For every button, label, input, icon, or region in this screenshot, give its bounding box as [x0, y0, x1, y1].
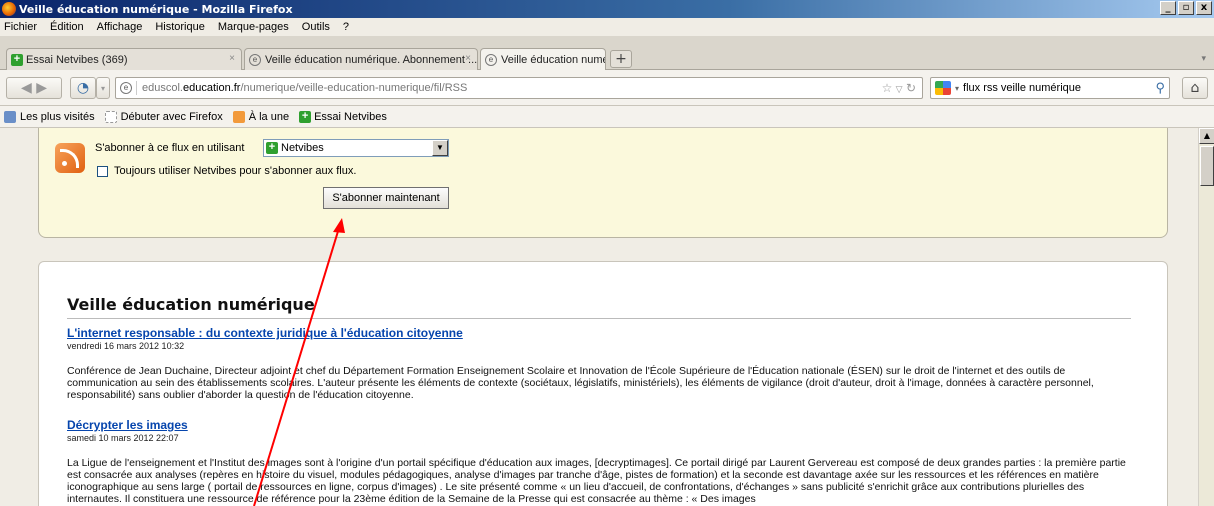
window-titlebar: Veille éducation numérique - Mozilla Fir…: [0, 0, 1214, 18]
menu-affichage[interactable]: Affichage: [97, 21, 143, 33]
bookmark-label: À la une: [248, 110, 290, 123]
history-dropdown-button[interactable]: ▾: [96, 77, 110, 99]
feed-entry: Décrypter les images samedi 10 mars 2012…: [67, 418, 1137, 505]
chevron-down-icon[interactable]: ▼: [432, 140, 448, 156]
chevron-down-icon[interactable]: ▽: [896, 84, 903, 94]
menu-help[interactable]: ?: [343, 21, 349, 33]
menu-fichier[interactable]: Fichier: [4, 21, 37, 33]
url-bar[interactable]: e eduscol. education.fr/numerique/veille-…: [115, 77, 923, 99]
search-input[interactable]: flux rss veille numérique: [963, 82, 1081, 94]
reload-icon[interactable]: ↻: [906, 81, 916, 95]
window-title: Veille éducation numérique - Mozilla Fir…: [19, 2, 293, 16]
feed-entry: L'internet responsable : du contexte jur…: [67, 326, 1137, 401]
netvibes-icon: +: [11, 53, 23, 66]
google-search-engine-icon[interactable]: [935, 81, 951, 95]
tab-close-icon[interactable]: ×: [465, 53, 471, 64]
bookmark-essai-netvibes[interactable]: + Essai Netvibes: [299, 110, 387, 123]
history-clock-icon: ◔: [76, 80, 90, 96]
bookmark-label: Débuter avec Firefox: [120, 110, 223, 123]
new-tab-button[interactable]: +: [610, 50, 632, 68]
entry-body: Conférence de Jean Duchaine, Directeur a…: [67, 365, 1094, 401]
site-identity-icon: e: [249, 53, 261, 66]
tab-strip: + Essai Netvibes (369) × e Veille éducat…: [0, 36, 1214, 71]
feed-reader-value: Netvibes: [281, 142, 324, 154]
chevron-down-icon: ▾: [100, 83, 105, 93]
entry-date: samedi 10 mars 2012 22:07: [67, 433, 179, 443]
bookmark-label: Essai Netvibes: [314, 110, 387, 123]
feed-body: Veille éducation numérique L'internet re…: [38, 261, 1168, 506]
search-bar[interactable]: ▾ flux rss veille numérique ⚲: [930, 77, 1170, 99]
navigation-toolbar: ◀ ▶ ◔ ▾ e eduscol. education.fr/numerique…: [0, 70, 1214, 106]
firefox-logo-icon: [2, 2, 16, 16]
url-bar-actions: ☆ ▽ ↻: [882, 81, 916, 95]
most-visited-icon: [4, 110, 16, 123]
bookmarks-toolbar: Les plus visités Débuter avec Firefox À …: [0, 106, 1214, 128]
menu-bar: Fichier Édition Affichage Historique Mar…: [0, 18, 1214, 36]
bookmark-label: Les plus visités: [20, 110, 95, 123]
tab-label: Essai Netvibes (369): [26, 53, 128, 66]
forward-arrow-icon[interactable]: ▶: [36, 80, 47, 96]
bookmark-plus-visites[interactable]: Les plus visités: [4, 110, 95, 123]
maximize-button[interactable]: ▫: [1178, 1, 1194, 15]
divider: [67, 318, 1131, 319]
menu-outils[interactable]: Outils: [302, 21, 330, 33]
subscribe-panel: S'abonner à ce flux en utilisant + Netvi…: [38, 128, 1168, 238]
tab-essai-netvibes[interactable]: + Essai Netvibes (369) ×: [6, 48, 242, 70]
subscribe-now-button[interactable]: S'abonner maintenant: [323, 187, 449, 209]
bookmark-debuter-firefox[interactable]: Débuter avec Firefox: [104, 110, 223, 123]
tab-veille-abonnement[interactable]: e Veille éducation numérique. Abonnement…: [244, 48, 478, 70]
feed-title: Veille éducation numérique: [67, 295, 315, 314]
page-scrollbar[interactable]: ▲: [1198, 128, 1214, 506]
entry-date: vendredi 16 mars 2012 10:32: [67, 341, 185, 351]
menu-historique[interactable]: Historique: [155, 21, 205, 33]
site-identity-icon: e: [485, 54, 497, 66]
history-button[interactable]: ◔: [70, 77, 96, 99]
tab-veille-active[interactable]: e Veille éducation numérique: [480, 48, 606, 71]
minimize-button[interactable]: _: [1160, 1, 1176, 15]
url-domain: education.fr: [182, 82, 241, 94]
back-forward-button[interactable]: ◀ ▶: [6, 77, 62, 99]
always-use-label: Toujours utiliser Netvibes pour s'abonne…: [114, 165, 357, 177]
always-use-checkbox[interactable]: [97, 165, 108, 177]
bookmark-a-la-une[interactable]: À la une: [232, 110, 290, 123]
back-arrow-icon[interactable]: ◀: [21, 80, 32, 96]
page-content: S'abonner à ce flux en utilisant + Netvi…: [0, 128, 1198, 506]
tab-label: Veille éducation numérique: [501, 54, 606, 66]
url-prefix: eduscol.: [142, 82, 183, 94]
home-button[interactable]: ⌂: [1182, 77, 1208, 99]
always-use-option[interactable]: Toujours utiliser Netvibes pour s'abonne…: [97, 165, 356, 177]
search-icon[interactable]: ⚲: [1155, 80, 1165, 96]
subscribe-label: S'abonner à ce flux en utilisant: [95, 142, 245, 154]
tab-close-icon[interactable]: ×: [229, 53, 235, 64]
site-identity-icon[interactable]: e: [120, 82, 132, 94]
url-path: /numerique/veille-education-numerique/fi…: [240, 82, 468, 94]
home-icon: ⌂: [1190, 80, 1200, 96]
page-icon: [104, 110, 117, 123]
chevron-down-icon[interactable]: ▾: [955, 84, 959, 93]
close-window-button[interactable]: x: [1196, 1, 1212, 15]
menu-edition[interactable]: Édition: [50, 21, 84, 33]
entry-title-link[interactable]: Décrypter les images: [67, 418, 1137, 432]
rss-feed-icon: [55, 143, 85, 173]
bookmark-star-icon[interactable]: ☆: [882, 81, 893, 95]
feed-reader-select[interactable]: + Netvibes ▼: [263, 139, 449, 157]
rss-feed-icon: [232, 110, 245, 123]
scroll-up-arrow-icon[interactable]: ▲: [1199, 128, 1214, 144]
netvibes-icon: +: [266, 142, 278, 154]
netvibes-icon: +: [299, 110, 312, 123]
scroll-thumb[interactable]: [1200, 146, 1214, 186]
menu-marque-pages[interactable]: Marque-pages: [218, 21, 289, 33]
entry-title-link[interactable]: L'internet responsable : du contexte jur…: [67, 326, 1137, 340]
tab-list-chevron-down-icon[interactable]: ▾: [1201, 54, 1206, 64]
entry-body: La Ligue de l'enseignement et l'Institut…: [67, 457, 1126, 505]
tab-label: Veille éducation numérique. Abonnement .…: [265, 53, 478, 66]
